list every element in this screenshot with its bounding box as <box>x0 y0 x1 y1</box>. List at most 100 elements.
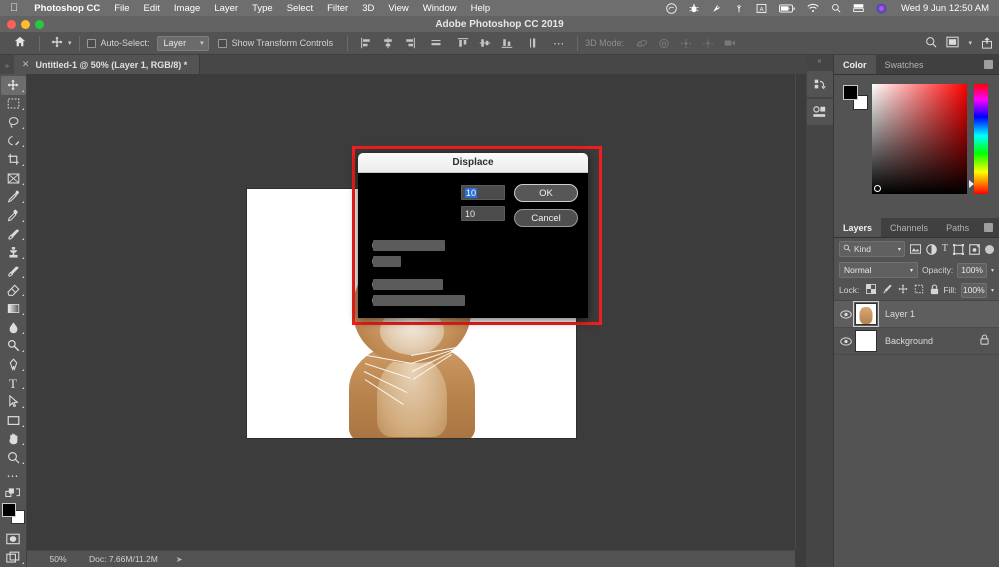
tab-color[interactable]: Color <box>834 55 876 74</box>
chevron-down-icon[interactable]: ▾ <box>991 287 994 294</box>
auto-select-scope-dropdown[interactable]: Layer ▾ <box>157 36 209 51</box>
align-vertical-centers-icon[interactable] <box>479 37 491 49</box>
menu-item-edit[interactable]: Edit <box>137 3 167 14</box>
menubar-clock[interactable]: Wed 9 Jun 12:50 AM <box>893 3 993 14</box>
apple-icon[interactable]:  <box>10 3 18 14</box>
menu-item-type[interactable]: Type <box>245 3 280 14</box>
lock-transparent-pixels-icon[interactable] <box>866 284 876 296</box>
rectangle-tool[interactable] <box>1 411 26 430</box>
type-tool[interactable]: T <box>1 374 26 393</box>
gradient-tool[interactable] <box>1 299 26 318</box>
lasso-tool[interactable] <box>1 113 26 132</box>
status-expand-icon[interactable]: ➤ <box>176 555 183 564</box>
eraser-tool[interactable] <box>1 281 26 300</box>
rectangular-marquee-tool[interactable] <box>1 95 26 114</box>
properties-panel-icon[interactable] <box>807 99 833 125</box>
move-tool[interactable] <box>1 76 26 95</box>
eyedropper-tool[interactable] <box>1 188 26 207</box>
tool-preset-chevron-icon[interactable]: ▾ <box>68 39 72 47</box>
menu-item-window[interactable]: Window <box>416 3 464 14</box>
vertical-scale-input[interactable]: 10 <box>461 206 505 221</box>
crop-tool[interactable] <box>1 150 26 169</box>
quick-selection-tool[interactable] <box>1 132 26 151</box>
zoom-level[interactable]: 50% <box>27 554 75 564</box>
menu-item-3d[interactable]: 3D <box>355 3 381 14</box>
layer-filter-kind-dropdown[interactable]: Kind ▾ <box>839 241 905 257</box>
lock-all-icon[interactable] <box>930 284 939 297</box>
move-tool-icon[interactable] <box>51 36 63 51</box>
show-transform-controls-checkbox[interactable] <box>218 39 227 48</box>
share-icon[interactable] <box>981 36 993 51</box>
ok-button[interactable]: OK <box>514 184 578 202</box>
display-icon[interactable] <box>847 3 870 13</box>
wifi-icon[interactable] <box>801 3 825 13</box>
spotlight-search-icon[interactable] <box>825 3 847 13</box>
tab-swatches[interactable]: Swatches <box>876 55 933 74</box>
layer-row-background[interactable]: Background <box>834 328 999 355</box>
layer-name[interactable]: Layer 1 <box>885 309 915 319</box>
antenna-icon[interactable] <box>728 3 750 14</box>
rocket-icon[interactable] <box>705 3 728 14</box>
lock-image-pixels-icon[interactable] <box>882 284 892 296</box>
filter-pixel-icon[interactable] <box>910 244 921 254</box>
chevron-down-icon[interactable]: ▾ <box>991 267 994 274</box>
blend-mode-dropdown[interactable]: Normal ▾ <box>839 262 918 278</box>
filter-enable-toggle[interactable] <box>985 245 994 254</box>
document-tab[interactable]: ✕ Untitled-1 @ 50% (Layer 1, RGB/8) * <box>14 55 200 74</box>
layer-visibility-toggle[interactable] <box>837 337 855 346</box>
menu-item-view[interactable]: View <box>381 3 415 14</box>
close-tab-icon[interactable]: ✕ <box>22 59 30 70</box>
history-panel-icon[interactable] <box>807 71 833 97</box>
menu-item-help[interactable]: Help <box>464 3 498 14</box>
align-right-edges-icon[interactable] <box>404 37 416 49</box>
foreground-color-swatch[interactable] <box>2 503 16 517</box>
lock-position-icon[interactable] <box>898 284 908 296</box>
filter-adjustment-icon[interactable] <box>926 244 937 255</box>
menu-item-select[interactable]: Select <box>280 3 320 14</box>
color-field-picker[interactable] <box>872 84 967 194</box>
layer-row-layer-1[interactable]: Layer 1 <box>834 301 999 328</box>
layer-name[interactable]: Background <box>885 336 933 346</box>
clone-stamp-tool[interactable] <box>1 243 26 262</box>
foreground-background-color[interactable] <box>2 503 25 523</box>
lock-artboard-nesting-icon[interactable] <box>914 284 924 296</box>
opacity-input[interactable]: 100% <box>957 263 987 278</box>
hue-slider-thumb[interactable] <box>969 180 974 188</box>
creative-cloud-icon[interactable] <box>660 3 683 14</box>
chevron-down-icon[interactable]: ▾ <box>968 39 972 47</box>
path-selection-tool[interactable] <box>1 392 26 411</box>
fill-input[interactable]: 100% <box>961 283 987 298</box>
dodge-tool[interactable] <box>1 337 26 356</box>
horizontal-scale-input[interactable]: 10 <box>461 185 505 200</box>
layer-visibility-toggle[interactable] <box>837 310 855 319</box>
spot-healing-brush-tool[interactable] <box>1 206 26 225</box>
keyboard-layout-icon[interactable]: A <box>750 3 773 14</box>
menu-item-layer[interactable]: Layer <box>207 3 245 14</box>
foreground-color-swatch[interactable] <box>843 85 858 100</box>
brush-tool[interactable] <box>1 225 26 244</box>
filter-type-icon[interactable]: T <box>942 244 948 254</box>
edit-toolbar-button[interactable]: ⋯ <box>1 467 26 486</box>
blur-tool[interactable] <box>1 318 26 337</box>
menu-item-photoshop[interactable]: Photoshop CC <box>27 3 107 14</box>
collapse-panels-icon[interactable]: « <box>818 55 822 71</box>
color-panel-swatches[interactable] <box>843 85 868 110</box>
align-bottom-edges-icon[interactable] <box>501 37 513 49</box>
quick-mask-mode-icon[interactable] <box>1 530 26 549</box>
layers-panel-menu[interactable] <box>984 218 999 237</box>
siri-icon[interactable] <box>870 3 893 14</box>
color-panel-menu[interactable] <box>984 55 999 74</box>
align-left-edges-icon[interactable] <box>360 37 372 49</box>
zoom-tool[interactable] <box>1 448 26 467</box>
bug-icon[interactable] <box>683 3 705 14</box>
tab-layers[interactable]: Layers <box>834 218 881 237</box>
history-brush-tool[interactable] <box>1 262 26 281</box>
more-options-icon[interactable]: ⋯ <box>553 37 565 50</box>
frame-tool[interactable] <box>1 169 26 188</box>
distribute-horizontally-icon[interactable] <box>430 37 442 49</box>
menu-item-image[interactable]: Image <box>167 3 207 14</box>
screen-mode-icon[interactable] <box>1 548 26 567</box>
pen-tool[interactable] <box>1 355 26 374</box>
battery-icon[interactable] <box>773 4 801 13</box>
canvas-vertical-scrollbar[interactable] <box>795 74 806 550</box>
